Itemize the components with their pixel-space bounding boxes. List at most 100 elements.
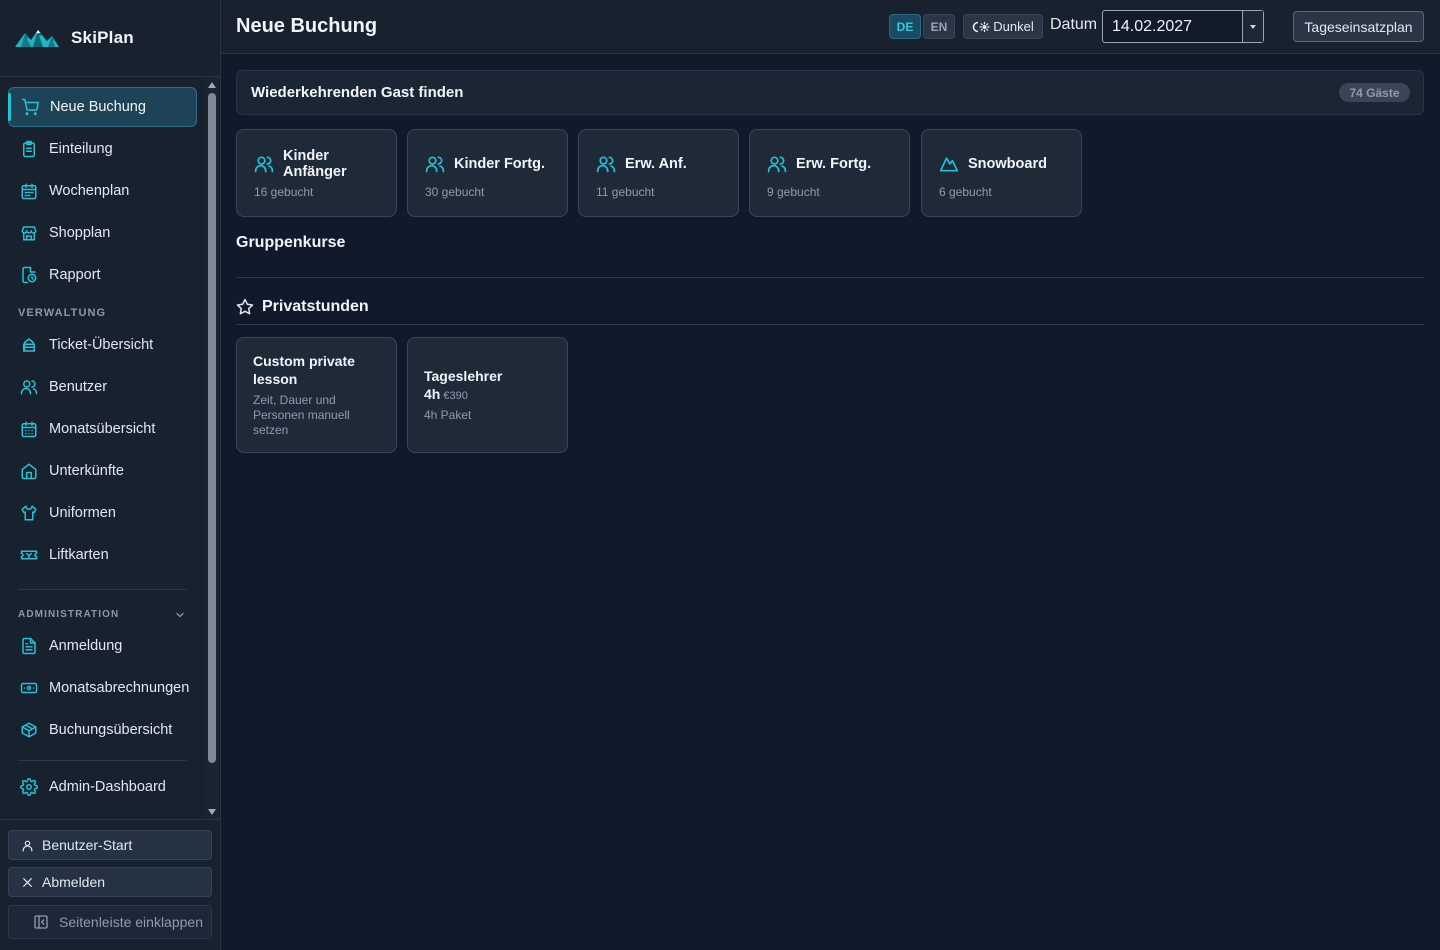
sidebar-item-einteilung[interactable]: Einteilung: [8, 129, 197, 169]
private-card-title: Custom private lesson: [253, 352, 355, 388]
sidebar-item-uniformen[interactable]: Uniformen: [8, 493, 197, 533]
sidebar-item-label: Shopplan: [49, 225, 111, 241]
course-card-snowboard[interactable]: Snowboard 6 gebucht: [921, 129, 1082, 217]
course-booked-count: 11 gebucht: [596, 185, 655, 199]
sidebar-item-label: Ticket-Übersicht: [49, 337, 154, 353]
sidebar-item-liftkarten[interactable]: Liftkarten: [8, 535, 197, 575]
date-value: 14.02.2027: [1112, 17, 1193, 35]
sidebar-item-label: Unterkünfte: [49, 463, 124, 479]
sidebar-item-label: Admin-Dashboard: [49, 779, 166, 795]
private-card-package: 4h Paket: [424, 408, 472, 422]
sidebar-item-rapport[interactable]: Rapport: [8, 255, 197, 295]
private-card-custom-lesson[interactable]: Custom private lesson Zeit, Dauer und Pe…: [236, 337, 397, 453]
sidebar-item-label: Liftkarten: [49, 547, 109, 563]
users-icon: [767, 156, 787, 173]
sidebar-item-monatsuebersicht[interactable]: Monatsübersicht: [8, 409, 197, 449]
cart-icon: [21, 98, 39, 116]
close-icon: [23, 877, 32, 887]
sidebar-item-label: Wochenplan: [49, 183, 130, 199]
brand[interactable]: SkiPlan: [0, 0, 220, 77]
sidebar-divider: [18, 760, 187, 761]
private-lessons-title: Privatstunden: [262, 298, 369, 315]
private-card-amount: €390: [443, 390, 468, 402]
course-label: Erw. Fortg.: [796, 156, 872, 172]
collapse-sidebar-button[interactable]: Seitenleiste einklappen: [8, 905, 212, 939]
user-start-label: Benutzer-Start: [42, 837, 133, 853]
course-booked-count: 16 gebucht: [254, 185, 314, 199]
course-card-erw-fortg[interactable]: Erw. Fortg. 9 gebucht: [749, 129, 910, 217]
sidebar-item-neue-buchung[interactable]: Neue Buchung: [8, 87, 197, 127]
sidebar-item-wochenplan[interactable]: Wochenplan: [8, 171, 197, 211]
section-divider: [236, 324, 1424, 325]
app-name: SkiPlan: [71, 28, 134, 47]
users-icon: [425, 156, 445, 173]
mountain-icon: [939, 157, 959, 172]
private-card-desc-line: Zeit, Dauer und: [253, 393, 336, 407]
guest-count-badge: 74 Gäste: [1339, 83, 1410, 102]
sidebar-item-admin-dashboard[interactable]: Admin-Dashboard: [8, 767, 197, 807]
user-icon: [22, 840, 33, 852]
theme-toggle-button[interactable]: Dunkel: [963, 14, 1043, 39]
sidebar-item-ticket-uebersicht[interactable]: Ticket-Übersicht: [8, 325, 197, 365]
course-label-line: Kinder: [283, 148, 329, 164]
course-booked-count: 9 gebucht: [767, 185, 820, 199]
course-label: Kinder Fortg.: [454, 156, 546, 172]
sidebar-nav: Neue Buchung Einteilung Wochenplan Shopp…: [0, 77, 205, 819]
language-en-button[interactable]: EN: [923, 14, 955, 39]
logout-button[interactable]: Abmelden: [8, 867, 212, 897]
sidebar-item-unterkuenfte[interactable]: Unterkünfte: [8, 451, 197, 491]
language-de-button[interactable]: DE: [889, 14, 921, 39]
sidebar-item-label: Rapport: [49, 267, 101, 283]
private-card-title-line: lesson: [253, 371, 298, 387]
course-card-erw-anf[interactable]: Erw. Anf. 11 gebucht: [578, 129, 739, 217]
shirt-icon: [21, 505, 37, 521]
sidebar-item-label: Anmeldung: [49, 638, 123, 654]
sidebar-scrollbar[interactable]: [205, 77, 219, 819]
ticket-icon: [23, 338, 35, 352]
sidebar-item-label: Monatsübersicht: [49, 421, 156, 437]
sidebar-divider: [18, 589, 187, 590]
course-card-kinder-anfaenger[interactable]: Kinder Anfänger 16 gebucht: [236, 129, 397, 217]
package-icon: [21, 722, 37, 738]
course-label: Snowboard: [968, 156, 1047, 172]
course-card-kinder-fortg[interactable]: Kinder Fortg. 30 gebucht: [407, 129, 568, 217]
sidebar-item-anmeldung[interactable]: Anmeldung: [8, 626, 197, 666]
course-label: Erw. Anf.: [625, 156, 687, 172]
sidebar-item-label: Einteilung: [49, 141, 113, 157]
returning-guest-search[interactable]: Wiederkehrenden Gast finden 74 Gäste: [236, 70, 1424, 115]
private-card-title: Tageslehrer: [424, 368, 503, 384]
day-plan-button[interactable]: Tageseinsatzplan: [1293, 11, 1424, 42]
logout-label: Abmelden: [42, 874, 106, 890]
course-label: Kinder Anfänger: [283, 148, 347, 180]
sidebar-item-shopplan[interactable]: Shopplan: [8, 213, 197, 253]
private-card-description: Zeit, Dauer und Personen manuell setzen: [253, 393, 350, 438]
private-card-price: 4h €390: [424, 386, 468, 402]
document-icon: [22, 637, 36, 655]
star-icon: [236, 298, 254, 315]
users-icon: [596, 156, 616, 173]
private-card-tageslehrer[interactable]: Tageslehrer 4h €390 4h Paket: [407, 337, 568, 453]
sidebar-item-benutzer[interactable]: Benutzer: [8, 367, 197, 407]
scroll-up-arrow-icon[interactable]: [208, 82, 216, 88]
date-label: Datum: [1050, 16, 1098, 33]
date-input[interactable]: 14.02.2027: [1102, 10, 1264, 43]
users-icon: [20, 380, 38, 395]
sidebar-item-monatsabrechnungen[interactable]: Monatsabrechnungen: [8, 668, 197, 708]
course-label-line: Anfänger: [283, 164, 347, 180]
calendar-icon: [21, 183, 37, 200]
sidebar-item-label: Benutzer: [49, 379, 108, 395]
scrollbar-thumb[interactable]: [208, 93, 216, 763]
lift-ticket-icon: [20, 550, 38, 560]
user-start-button[interactable]: Benutzer-Start: [8, 830, 212, 860]
private-card-desc-line: setzen: [253, 423, 289, 437]
sidebar-item-buchungsuebersicht[interactable]: Buchungsübersicht: [8, 710, 197, 750]
chevron-down-icon[interactable]: [174, 609, 186, 621]
sidebar-item-label: Buchungsübersicht: [49, 722, 173, 738]
gear-icon: [20, 778, 38, 796]
scroll-down-arrow-icon[interactable]: [208, 809, 216, 815]
clipboard-icon: [23, 140, 35, 158]
date-dropdown-button[interactable]: [1242, 11, 1263, 42]
moon-sun-icon: [972, 21, 990, 32]
section-divider: [236, 277, 1424, 278]
sidebar-item-label: Monatsabrechnungen: [49, 680, 190, 696]
